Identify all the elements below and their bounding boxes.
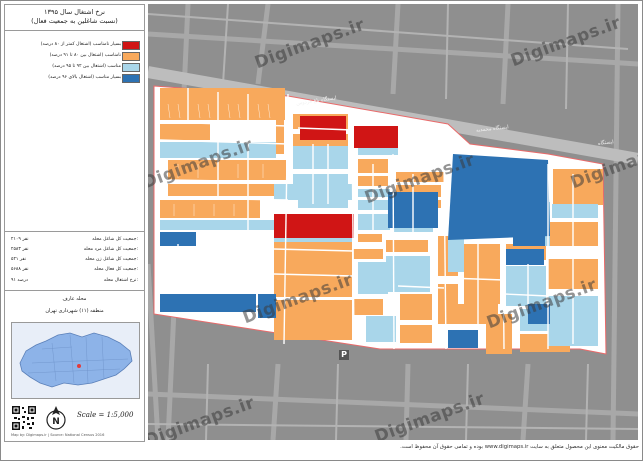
map-title: نرخ اشتغال سال ۱۳۹۵ (نسبت شاغلین به جمعی… (5, 8, 144, 26)
legend-label: مناسب (اشتغال بین ۹۲ تا ۹۵ درصد) (52, 64, 121, 69)
legend-panel: نرخ اشتغال سال ۱۳۹۵ (نسبت شاغلین به جمعی… (4, 4, 145, 442)
legend-swatch (122, 41, 140, 50)
scale-label: Scale = 1:5,000 (77, 411, 134, 419)
stat-row: جمعیت کل شاغل زن محله: ۵۲۱ نفر (11, 255, 138, 264)
divider (5, 231, 144, 232)
map-view[interactable]: ایستگاه باغ فردوس ایستگاه محمدیه ایستگاه… (148, 4, 638, 440)
stat-row: جمعیت کل شاغل مرد محله: ۲۵۸۳ نفر (11, 245, 138, 254)
stat-value: ۲۵۸۳ نفر (11, 247, 29, 252)
title-line-1: نرخ اشتغال سال ۱۳۹۵ (44, 8, 105, 16)
divider (5, 290, 144, 291)
legend-label: بسیار مناسب (اشتغال بالای ۹۶ درصد) (48, 75, 121, 80)
stat-label: جمعیت کل شاغل محله: (92, 237, 138, 242)
locator-map-graphic (19, 332, 133, 388)
legend-item: بسیار مناسب (اشتغال بالای ۹۶ درصد) (9, 73, 140, 83)
parking-icon: P (339, 350, 349, 360)
stat-row: نرخ اشتغال محله: ۹۱ درصد (11, 276, 138, 285)
stat-value: ۵۶۸۸ نفر (11, 267, 29, 272)
legend-swatch (122, 74, 140, 83)
copyright-footer: حقوق مالکیت معنوی این محصول متعلق به سای… (400, 444, 639, 450)
locator-inset-map (11, 322, 140, 399)
legend-item: مناسب (اشتغال بین ۹۲ تا ۹۵ درصد) (9, 62, 140, 72)
legend-swatch (122, 63, 140, 72)
stat-value: ۲۱۰۹ نفر (11, 237, 29, 242)
neighborhood-name: محله عارف (62, 296, 87, 302)
north-arrow-icon: N (46, 406, 66, 430)
neighborhood-marker (77, 364, 81, 368)
legend-label: بسیار نامناسب (اشتغال کمتر از ۸۰ درصد) (40, 42, 121, 47)
stat-row: جمعیت کل فعال محله: ۵۶۸۸ نفر (11, 265, 138, 274)
map-graphic (148, 4, 638, 440)
divider (5, 30, 144, 31)
legend-item: بسیار نامناسب (اشتغال کمتر از ۸۰ درصد) (9, 40, 140, 50)
stat-label: جمعیت کل فعال محله: (94, 267, 138, 272)
stat-value: ۵۲۱ نفر (11, 257, 27, 262)
stat-label: نرخ اشتغال محله: (103, 278, 138, 283)
stat-label: جمعیت کل شاغل زن محله: (85, 257, 138, 262)
credit-text: Map by: Digimaps.ir | Source: National C… (11, 433, 105, 437)
title-line-2: (نسبت شاغلین به جمعیت فعال) (31, 17, 118, 25)
svg-text:N: N (52, 417, 60, 427)
qr-code-icon (11, 405, 37, 431)
stat-label: جمعیت کل شاغل مرد محله: (83, 247, 138, 252)
legend-item: نامناسب (اشتغال بین ۸۰ تا ۹۱ درصد) (9, 51, 140, 61)
legend-swatch (122, 52, 140, 61)
district-name: منطقه (۱۱) شهرداری تهران (45, 308, 104, 314)
stat-value: ۹۱ درصد (11, 278, 28, 283)
legend-label: نامناسب (اشتغال بین ۸۰ تا ۹۱ درصد) (49, 53, 121, 58)
stat-row: جمعیت کل شاغل محله: ۲۱۰۹ نفر (11, 235, 138, 244)
